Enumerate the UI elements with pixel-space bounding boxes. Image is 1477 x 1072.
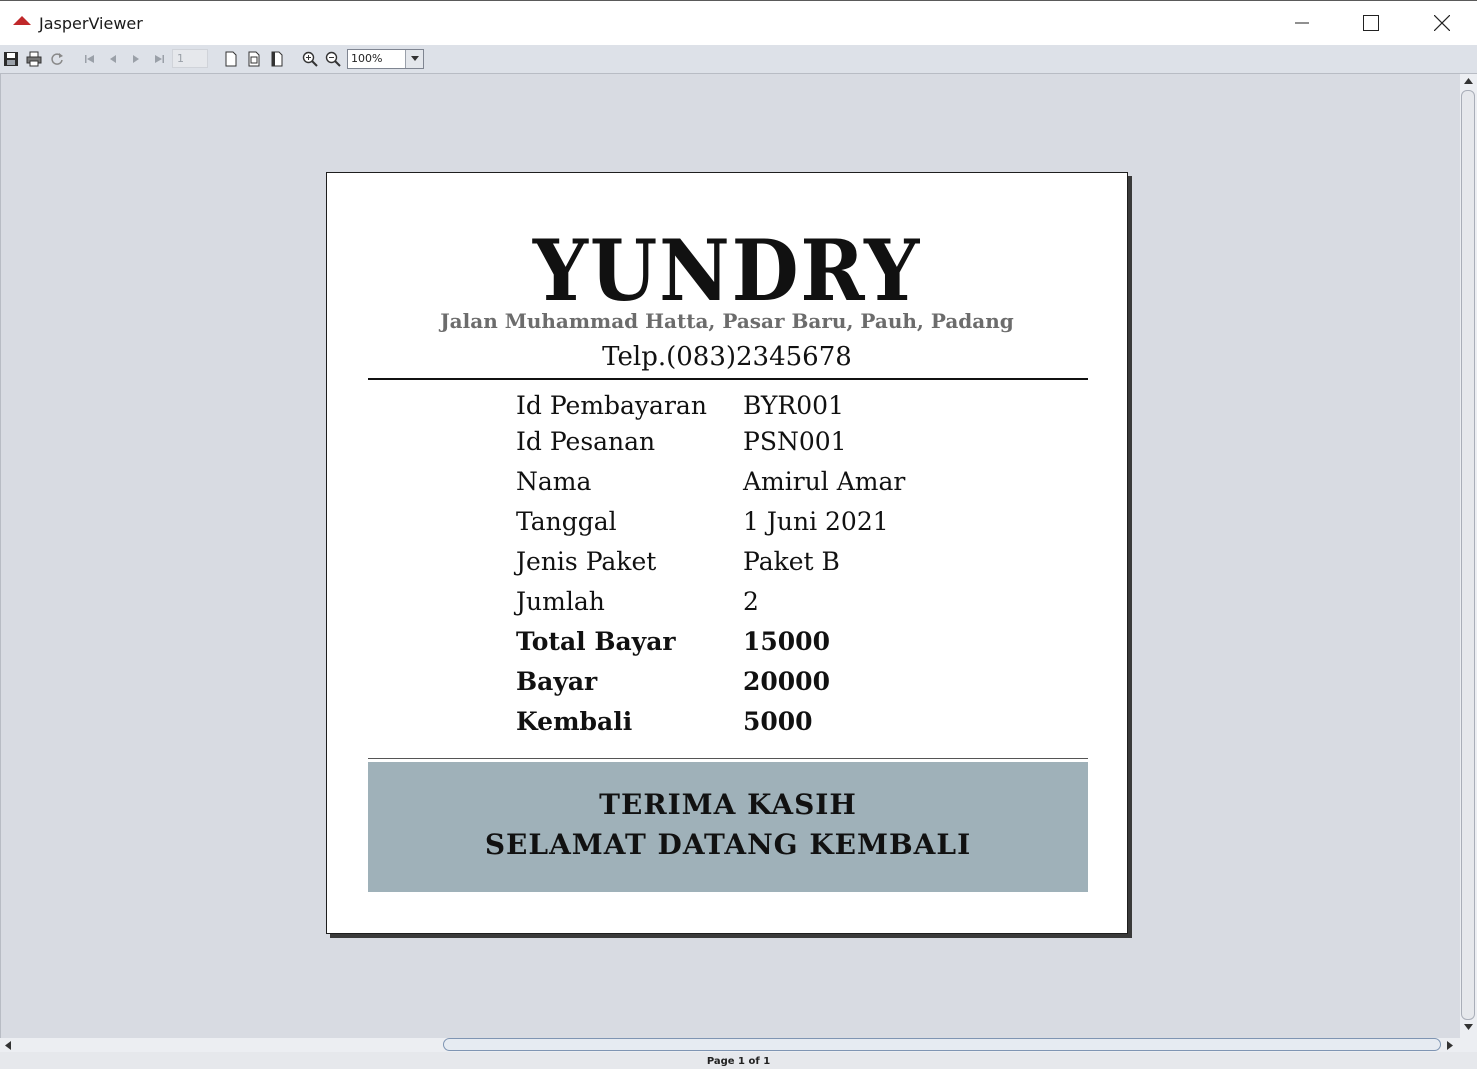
title-bar: JasperViewer: [0, 0, 1477, 45]
reload-button[interactable]: [48, 50, 66, 68]
jasper-logo-icon: [13, 16, 31, 25]
fit-width-icon: [271, 51, 283, 67]
close-button[interactable]: [1419, 1, 1465, 45]
fit-width-button[interactable]: [268, 50, 286, 68]
receipt-row: Tanggal 1 Juni 2021: [516, 507, 1016, 543]
row-value: 15000: [743, 627, 830, 656]
store-phone: Telp.(083)2345678: [602, 342, 852, 372]
scroll-up-icon[interactable]: [1464, 78, 1473, 85]
footer-divider: [368, 758, 1088, 759]
row-value: 2: [743, 587, 759, 616]
row-label: Jenis Paket: [516, 547, 657, 576]
minimize-button[interactable]: [1279, 1, 1325, 45]
scroll-right-icon[interactable]: [1447, 1041, 1454, 1050]
row-value: Paket B: [743, 547, 840, 576]
fit-page-button[interactable]: [245, 50, 263, 68]
fit-page-icon: [248, 51, 260, 67]
row-value: PSN001: [743, 427, 847, 456]
receipt-row: Jumlah 2: [516, 587, 1016, 623]
minimize-icon: [1295, 22, 1309, 24]
brand-title: YUNDRY: [532, 221, 922, 320]
row-value: 1 Juni 2021: [743, 507, 889, 536]
receipt-row: Id Pembayaran BYR001: [516, 391, 1016, 427]
receipt-row: Jenis Paket Paket B: [516, 547, 1016, 583]
zoom-in-button[interactable]: [301, 50, 319, 68]
horizontal-scrollbar[interactable]: [0, 1038, 1460, 1052]
vertical-scroll-thumb[interactable]: [1461, 90, 1475, 1020]
previous-page-icon: [110, 55, 116, 63]
store-address: Jalan Muhammad Hatta, Pasar Baru, Pauh, …: [440, 309, 1014, 333]
print-icon: [26, 51, 42, 67]
reload-icon: [51, 53, 63, 65]
print-button[interactable]: [25, 50, 43, 68]
report-page: YUNDRY Jalan Muhammad Hatta, Pasar Baru,…: [326, 172, 1128, 934]
close-icon: [1434, 15, 1450, 31]
row-value: BYR001: [743, 391, 844, 420]
row-label: Jumlah: [516, 587, 605, 616]
receipt-row-paid: Bayar 20000: [516, 667, 1016, 703]
thank-you-text: TERIMA KASIH: [599, 788, 857, 821]
welcome-back-text: SELAMAT DATANG KEMBALI: [484, 828, 972, 861]
page-number-input[interactable]: 1: [172, 49, 208, 68]
maximize-icon: [1363, 15, 1379, 31]
scroll-left-icon[interactable]: [5, 1041, 12, 1050]
row-value: 20000: [743, 667, 830, 696]
row-label: Kembali: [516, 707, 633, 736]
dropdown-arrow-button[interactable]: [405, 50, 423, 68]
maximize-button[interactable]: [1348, 1, 1394, 45]
zoom-out-button[interactable]: [324, 50, 342, 68]
receipt-row: Id Pesanan PSN001: [516, 427, 1016, 463]
last-page-icon: [155, 55, 164, 63]
row-label: Id Pesanan: [516, 427, 656, 456]
chevron-down-icon: [410, 56, 419, 61]
row-label: Bayar: [516, 667, 598, 696]
horizontal-scroll-thumb[interactable]: [443, 1038, 1441, 1051]
row-value: Amirul Amar: [743, 467, 906, 496]
row-label: Tanggal: [516, 507, 617, 536]
save-icon: [4, 52, 18, 66]
last-page-button[interactable]: [150, 50, 168, 68]
header-divider: [368, 378, 1088, 380]
actual-size-icon: [225, 51, 237, 67]
row-label: Total Bayar: [516, 627, 676, 656]
row-value: 5000: [743, 707, 813, 736]
viewer-toolbar: [0, 45, 1477, 74]
receipt-row: Nama Amirul Amar: [516, 467, 1016, 503]
page-status: Page 1 of 1: [0, 1052, 1477, 1069]
zoom-in-icon: [302, 51, 318, 67]
receipt-row-total: Total Bayar 15000: [516, 627, 1016, 663]
scroll-corner: [1460, 1038, 1477, 1052]
zoom-select[interactable]: 100%: [347, 49, 424, 69]
scroll-down-icon[interactable]: [1464, 1024, 1473, 1031]
vertical-scrollbar[interactable]: [1460, 74, 1477, 1038]
save-button[interactable]: [2, 50, 20, 68]
next-page-icon: [133, 55, 139, 63]
next-page-button[interactable]: [127, 50, 145, 68]
actual-size-button[interactable]: [222, 50, 240, 68]
zoom-value: 100%: [351, 52, 383, 65]
window-title: JasperViewer: [39, 14, 143, 33]
previous-page-button[interactable]: [104, 50, 122, 68]
first-page-icon: [85, 55, 94, 63]
row-label: Id Pembayaran: [516, 391, 707, 420]
row-label: Nama: [516, 467, 592, 496]
receipt-row-change: Kembali 5000: [516, 707, 1016, 743]
first-page-button[interactable]: [81, 50, 99, 68]
thank-you-banner: TERIMA KASIH SELAMAT DATANG KEMBALI: [368, 762, 1088, 892]
zoom-out-icon: [325, 51, 341, 67]
